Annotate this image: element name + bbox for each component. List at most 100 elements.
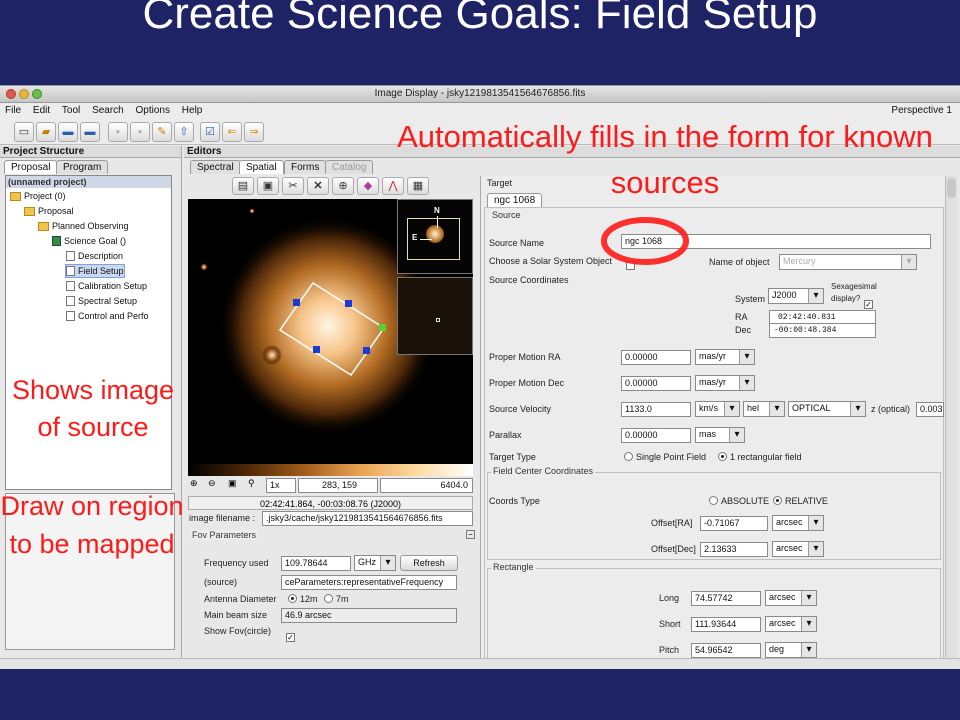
collapse-icon[interactable]: − (466, 530, 475, 539)
colorbar[interactable] (188, 464, 473, 476)
tab-spatial[interactable]: Spatial (239, 160, 284, 174)
tab-spectral[interactable]: Spectral (190, 160, 241, 174)
antenna-7m-option[interactable]: 7m (324, 594, 349, 604)
open-folder-icon[interactable]: ▰ (36, 122, 56, 142)
parallax-unit-select[interactable]: mas (695, 427, 745, 443)
crosshair-icon[interactable]: ⊕ (332, 177, 354, 195)
open-image-icon[interactable]: ▤ (232, 177, 254, 195)
menu-file[interactable]: File (5, 105, 21, 116)
tree-node[interactable]: Description (66, 250, 123, 262)
minimize-window-button[interactable] (19, 89, 29, 99)
relative-radio[interactable] (773, 496, 782, 505)
save-image-icon[interactable]: ▣ (257, 177, 279, 195)
tab-forms[interactable]: Forms (284, 160, 327, 174)
pm-ra-unit-select[interactable]: mas/yr (695, 349, 755, 365)
save-as-icon[interactable]: ▬ (80, 122, 100, 142)
velocity-frame-select[interactable]: hel (743, 401, 785, 417)
image-display[interactable]: N E (188, 199, 473, 464)
pitch-field[interactable]: 54.96542 (691, 643, 761, 658)
offset-dec-unit-select[interactable]: arcsec (772, 541, 824, 557)
magnify-icon[interactable]: ⚲ (248, 478, 255, 489)
velocity-field[interactable]: 1133.0 (621, 402, 691, 417)
sexagesimal-checkbox[interactable]: ✓ (864, 293, 873, 311)
frequency-field[interactable]: 109.78644 (281, 556, 351, 571)
save-icon[interactable]: ▬ (58, 122, 78, 142)
rectangular-field-radio[interactable] (718, 452, 727, 461)
source-field[interactable]: ceParameters:representativeFrequency (281, 575, 457, 590)
parallax-field[interactable]: 0.00000 (621, 428, 691, 443)
tree-node[interactable]: Calibration Setup (66, 280, 147, 292)
tree-node[interactable]: Control and Perfo (66, 310, 149, 322)
antenna-12m-radio[interactable] (288, 594, 297, 603)
name-of-object-select[interactable]: Mercury (779, 254, 917, 270)
new-document-icon[interactable]: ▭ (14, 122, 34, 142)
absolute-radio[interactable] (709, 496, 718, 505)
tree-node[interactable]: Project (0) (10, 190, 66, 202)
offset-dec-field[interactable]: 2.13633 (700, 542, 768, 557)
check-icon[interactable]: ☑ (200, 122, 220, 142)
antenna-12m-option[interactable]: 12m (288, 594, 318, 604)
scissors-icon[interactable]: ✂ (282, 177, 304, 195)
menu-search[interactable]: Search (92, 105, 124, 116)
frequency-unit-select[interactable]: GHz (354, 555, 396, 571)
region-handle[interactable] (345, 300, 352, 307)
zoom-window-button[interactable] (32, 89, 42, 99)
single-point-option[interactable]: Single Point Field (624, 452, 706, 462)
scrollbar-thumb[interactable] (947, 178, 956, 198)
region-handle[interactable] (313, 346, 320, 353)
relative-option[interactable]: RELATIVE (773, 496, 828, 506)
copy-icon[interactable]: ▪ (130, 122, 150, 142)
rectangular-field-option[interactable]: 1 rectangular field (718, 452, 802, 462)
cut-icon[interactable]: ▪ (108, 122, 128, 142)
submit-icon[interactable]: ⇧ (174, 122, 194, 142)
region-handle[interactable] (363, 347, 370, 354)
system-select[interactable]: J2000 (768, 288, 824, 304)
image-filename-field[interactable]: .jsky3/cache/jsky1219813541564676856.fit… (262, 511, 473, 526)
pm-dec-field[interactable]: 0.00000 (621, 376, 691, 391)
tab-proposal[interactable]: Proposal (4, 160, 58, 174)
menu-edit[interactable]: Edit (33, 105, 50, 116)
offset-ra-field[interactable]: -0.71067 (700, 516, 768, 531)
offset-ra-unit-select[interactable]: arcsec (772, 515, 824, 531)
tree-node[interactable]: Spectral Setup (66, 295, 137, 307)
single-point-radio[interactable] (624, 452, 633, 461)
menu-tool[interactable]: Tool (62, 105, 80, 116)
long-field[interactable]: 74.57742 (691, 591, 761, 606)
horizontal-scrollbar[interactable] (0, 658, 960, 669)
velocity-definition-select[interactable]: OPTICAL (788, 401, 866, 417)
image-panner[interactable]: N E (397, 199, 473, 274)
pm-ra-field[interactable]: 0.00000 (621, 350, 691, 365)
refresh-button[interactable]: Refresh (400, 555, 458, 571)
vertical-scrollbar[interactable] (945, 176, 957, 669)
region-handle[interactable] (293, 299, 300, 306)
dec-field[interactable]: -00:00:48.384 (769, 323, 876, 338)
short-field[interactable]: 111.93644 (691, 617, 761, 632)
antenna-7m-radio[interactable] (324, 594, 333, 603)
show-fov-checkbox[interactable]: ✓ (286, 626, 295, 644)
tab-program[interactable]: Program (56, 160, 109, 174)
short-unit-select[interactable]: arcsec (765, 616, 817, 632)
tree-node[interactable]: Science Goal () (52, 235, 126, 247)
tree-node[interactable]: Proposal (24, 205, 74, 217)
velocity-unit-select[interactable]: km/s (695, 401, 740, 417)
eraser-icon[interactable]: ◆ (357, 177, 379, 195)
menu-options[interactable]: Options (136, 105, 170, 116)
z-field[interactable]: 0.003 (916, 402, 944, 417)
close-window-button[interactable] (6, 89, 16, 99)
forward-arrow-icon[interactable]: ⇒ (244, 122, 264, 142)
zoom-out-icon[interactable]: ⊖ (208, 478, 216, 489)
rotate-handle[interactable] (379, 324, 386, 331)
tree-node[interactable]: Field Setup (65, 264, 125, 278)
zoom-in-icon[interactable]: ⊕ (190, 478, 198, 489)
menu-help[interactable]: Help (182, 105, 203, 116)
back-arrow-icon[interactable]: ⇐ (222, 122, 242, 142)
pitch-unit-select[interactable]: deg (765, 642, 817, 658)
delete-x-icon[interactable]: ✕ (307, 177, 329, 195)
pm-dec-unit-select[interactable]: mas/yr (695, 375, 755, 391)
validate-icon[interactable]: ✎ (152, 122, 172, 142)
absolute-option[interactable]: ABSOLUTE (709, 496, 769, 506)
tree-node[interactable]: Planned Observing (38, 220, 129, 232)
zoom-fit-icon[interactable]: ▣ (228, 478, 237, 489)
tab-catalog[interactable]: Catalog (325, 160, 374, 174)
long-unit-select[interactable]: arcsec (765, 590, 817, 606)
